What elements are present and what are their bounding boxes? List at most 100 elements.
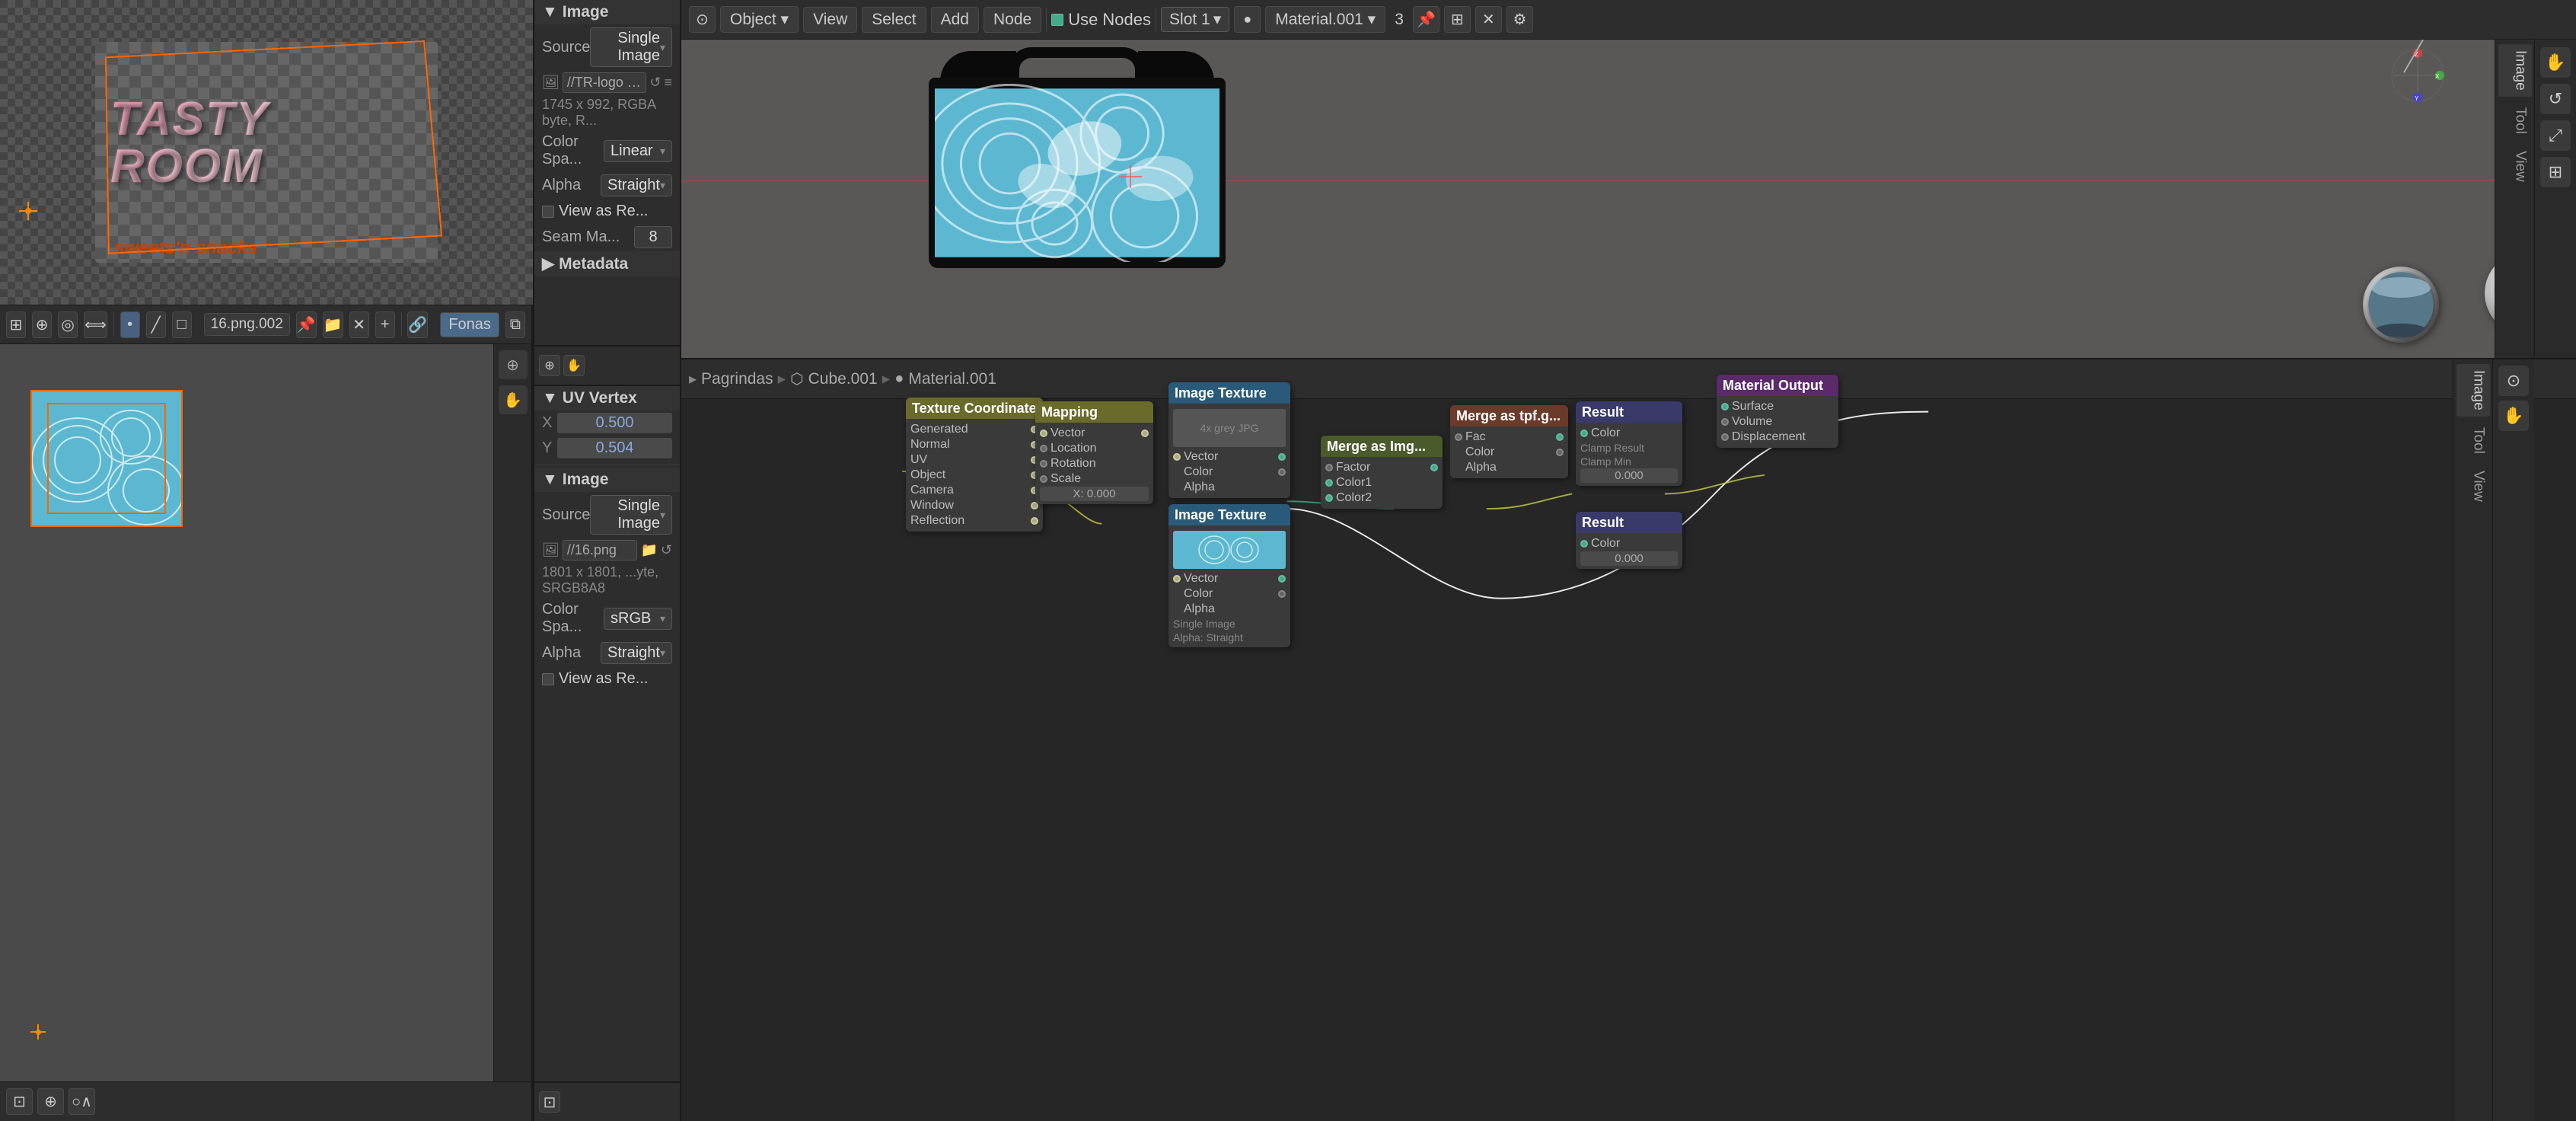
socket-map-rot[interactable] [1040, 460, 1047, 468]
uv-vertex-header[interactable]: ▼ UV Vertex [534, 386, 680, 410]
socket-img2-vec[interactable] [1173, 575, 1181, 583]
colorspace-dropdown-bottom[interactable]: sRGB ▾ [604, 608, 672, 630]
socket-cr-color[interactable] [1556, 433, 1564, 441]
viewas-checkbox-top[interactable] [542, 206, 554, 218]
props-tool2[interactable]: ✋ [563, 355, 585, 376]
overlay-btn[interactable]: ⧉ [505, 311, 525, 338]
x-value[interactable]: 0.500 [557, 413, 672, 433]
viewport-add-btn[interactable]: Add [931, 7, 979, 33]
socket-reflection[interactable] [1031, 517, 1038, 525]
select-mode-face[interactable]: □ [172, 311, 192, 338]
seam-value[interactable]: 8 [634, 226, 672, 248]
socket-map-vec-out[interactable] [1141, 430, 1149, 437]
remove-material-btn[interactable]: ✕ [1475, 6, 1502, 33]
node-tool-tab[interactable]: Tool [2456, 421, 2490, 460]
socket-map-loc[interactable] [1040, 445, 1047, 452]
socket-mo-disp[interactable] [1721, 433, 1729, 441]
socket-img1-alpha[interactable] [1278, 468, 1286, 476]
uv-mode-btn[interactable]: ⊕ [37, 1088, 64, 1115]
socket-mix-out[interactable] [1430, 464, 1438, 471]
pin-material-btn[interactable]: 📌 [1413, 6, 1439, 33]
sync-btn[interactable]: ⟺ [84, 311, 107, 338]
tool-tab[interactable]: Tool [2498, 101, 2532, 140]
node-panel-icon2[interactable]: ✋ [2498, 401, 2529, 431]
node-canvas[interactable]: Texture Coordinate Generated Normal UV [681, 359, 2534, 1121]
props-tool1[interactable]: ⊕ [539, 355, 560, 376]
props-image-header[interactable]: ▼ Image [534, 0, 680, 24]
socket-mix-c2[interactable] [1325, 494, 1333, 502]
close-file-btn[interactable]: ✕ [349, 311, 369, 338]
socket-mix-c1[interactable] [1325, 479, 1333, 487]
socket-mo-volume[interactable] [1721, 418, 1729, 426]
node-mapping[interactable]: Mapping Vector Location [1035, 401, 1153, 504]
image-tab[interactable]: Image [2498, 44, 2532, 97]
alpha-dropdown-bottom[interactable]: Straight ▾ [601, 642, 672, 664]
socket-img2-alpha[interactable] [1278, 590, 1286, 598]
scale-3d-icon[interactable]: ⤢ [2540, 120, 2571, 151]
source-dropdown[interactable]: Single Image ▾ [590, 27, 672, 67]
uv-viewport-top[interactable]: TASTY ROOM sweets'n snacks [0, 0, 533, 305]
node-image-texture-1[interactable]: Image Texture 4x grey JPG Vector Color [1168, 382, 1290, 498]
browse-icon[interactable]: ≡ [664, 75, 672, 91]
socket-r2-in[interactable] [1580, 540, 1588, 548]
socket-map-scale[interactable] [1040, 475, 1047, 483]
node-panel-icon1[interactable]: ⊙ [2498, 366, 2529, 396]
socket-cr-alpha[interactable] [1556, 449, 1564, 456]
socket-img1-vec[interactable] [1173, 453, 1181, 461]
reload-icon[interactable]: ↺ [649, 75, 661, 91]
move-3d-icon[interactable]: ✋ [2540, 47, 2571, 78]
socket-mix-fac[interactable] [1325, 464, 1333, 471]
colorspace-dropdown-top[interactable]: Linear ▾ [604, 140, 672, 162]
viewport-view-btn[interactable]: View [803, 7, 857, 33]
props-image-header-bottom[interactable]: ▼ Image [534, 468, 680, 492]
node-view-tab[interactable]: View [2456, 465, 2490, 508]
folder-icon-bottom[interactable]: 📁 [640, 542, 657, 558]
viewport-3d[interactable]: Z X Y ✋ ↺ ⤢ ⊞ Lo Lo Image Tool View [681, 40, 2576, 359]
transform-3d-icon[interactable]: ⊞ [2540, 157, 2571, 187]
magnet-btn[interactable]: 🔗 [407, 311, 428, 338]
node-result-1[interactable]: Result Color Clamp Result Clamp Min 0.00… [1576, 401, 1682, 486]
viewport-node-btn[interactable]: Node [984, 7, 1041, 33]
rotate-3d-icon[interactable]: ↺ [2540, 84, 2571, 114]
viewport-mode-icon[interactable]: ⊙ [689, 6, 716, 33]
node-texture-coord[interactable]: Texture Coordinate Generated Normal UV [906, 398, 1043, 532]
view-tab-3d[interactable]: View [2498, 145, 2532, 188]
copy-material-btn[interactable]: ⊞ [1444, 6, 1471, 33]
cursor-tool-btn[interactable]: ⊕ [32, 311, 52, 338]
props-bot-tool1[interactable]: ⊡ [539, 1091, 560, 1113]
node-color-ramp[interactable]: Merge as tpf.g... Fac Color Alpha [1450, 405, 1568, 478]
alpha-dropdown-top[interactable]: Straight ▾ [601, 174, 672, 196]
filename-display[interactable]: //TR-logo su tag... [563, 72, 647, 93]
cursor-icon[interactable]: ⊕ [499, 350, 528, 379]
material-settings-btn[interactable]: ⚙ [1506, 6, 1533, 33]
uv-sync-btn[interactable]: ○∧ [69, 1088, 95, 1115]
socket-img2-color[interactable] [1278, 575, 1286, 583]
socket-img1-color[interactable] [1278, 453, 1286, 461]
socket-map-vec-in[interactable] [1040, 430, 1047, 437]
select-mode-edge[interactable]: ╱ [146, 311, 166, 338]
move-icon[interactable]: ✋ [499, 385, 528, 414]
uv-view-btn[interactable]: ⊡ [6, 1088, 33, 1115]
node-mix-rgb[interactable]: Merge as Img... Factor Color1 [1321, 436, 1443, 509]
node-image-texture-2[interactable]: Image Texture [1168, 504, 1290, 647]
node-result-2[interactable]: Result Color 0.000 [1576, 512, 1682, 569]
select-mode-vertex[interactable]: • [120, 311, 140, 338]
socket-r1-in[interactable] [1580, 430, 1588, 437]
sphere-icon[interactable]: ● [1234, 6, 1261, 33]
proportional-btn[interactable]: ◎ [58, 311, 78, 338]
y-value[interactable]: 0.504 [557, 438, 672, 458]
view-mode-btn[interactable]: ⊞ [6, 311, 26, 338]
socket-mo-surface[interactable] [1721, 403, 1729, 410]
filename-display-bottom[interactable]: //16.png [563, 540, 638, 560]
node-image-tab[interactable]: Image [2456, 364, 2490, 417]
material-select[interactable]: Material.001 ▾ [1265, 6, 1385, 33]
use-nodes-toggle[interactable]: Use Nodes [1051, 10, 1151, 30]
nav-gizmo[interactable]: Z X Y [2389, 47, 2447, 104]
viewport-select-btn[interactable]: Select [862, 7, 926, 33]
socket-cr-fac[interactable] [1455, 433, 1462, 441]
add-btn[interactable]: + [375, 311, 395, 338]
slot-select[interactable]: Slot 1 ▾ [1161, 7, 1229, 32]
object-mode-btn[interactable]: Object ▾ [720, 6, 799, 33]
uv-viewport-bottom[interactable]: ⊕ ✋ [0, 344, 531, 1081]
source-dropdown-bottom[interactable]: Single Image ▾ [590, 495, 672, 535]
